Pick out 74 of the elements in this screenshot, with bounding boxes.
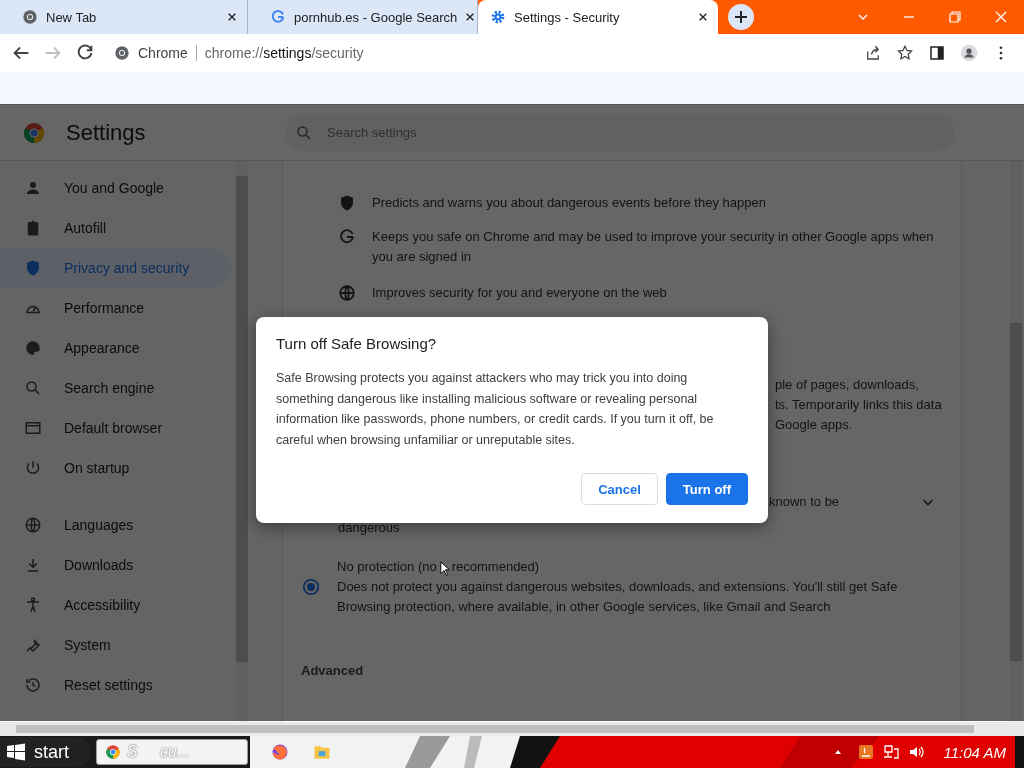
scrollbar[interactable] [1010, 161, 1022, 722]
feature-text: Keeps you safe on Chrome and may be used to improve your security in other Google apps when you are signed in [372, 228, 935, 266]
taskbar-button[interactable]: S cu... [96, 739, 248, 765]
browser-tab[interactable]: New Tab [0, 0, 248, 34]
palette-icon [24, 339, 42, 357]
search-icon [24, 379, 42, 397]
power-icon [24, 459, 42, 477]
description-text: ts. Temporarily links this data [775, 396, 943, 414]
dialog-text: Safe Browsing protects you against attackers who may trick you into doing something dangerous like installing malicious software or revealing personal information like passwords, phone numbers, or credit cards. If you turn it off, be careful when browsing unfamiliar or unreputable sites. [276, 370, 715, 449]
java-icon[interactable] [858, 744, 875, 760]
radio-button[interactable] [302, 578, 320, 596]
network-icon[interactable] [883, 744, 900, 760]
globe-icon [338, 284, 356, 302]
globe-icon [24, 516, 42, 534]
close-icon[interactable] [698, 12, 708, 22]
new-tab-icon[interactable] [728, 4, 754, 30]
description-text: Google apps. [775, 416, 854, 434]
option-title: No protection (no [337, 558, 437, 576]
sidebar-item[interactable]: Downloads [0, 545, 232, 585]
sidebar-item[interactable]: Reset settings [0, 665, 232, 705]
cursor-icon [439, 561, 451, 577]
sidebar-item[interactable]: You and Google [0, 168, 232, 208]
chrome-icon [114, 45, 130, 61]
google-icon [270, 9, 286, 25]
sidebar-item[interactable]: Appearance [0, 328, 232, 368]
turn-off-button[interactable]: Turn off [665, 473, 748, 505]
dialog-title: Turn off Safe Browsing? [276, 335, 438, 352]
settings-title: Settings [66, 119, 146, 146]
sidebar-item[interactable]: Autofill [0, 208, 232, 248]
clock: 11:04 AM [943, 743, 1006, 761]
chrome-logo-icon [22, 120, 46, 145]
scrollbar[interactable] [236, 161, 248, 722]
option-description: Does not protect you against dangerous websites, downloads, and extensions. You'll still get Safe Browsing protection, where available, in other Google services, like Gmail and Search [337, 578, 899, 616]
option-text: dangerous [337, 519, 401, 537]
browser-icon [24, 419, 42, 437]
sidebar-item[interactable]: Default browser [0, 408, 232, 448]
g-letter-icon [338, 228, 356, 246]
person-icon [24, 179, 42, 197]
side-panel-icon[interactable] [928, 44, 946, 62]
sidebar-item[interactable]: Privacy and security [0, 248, 232, 288]
history-icon [24, 676, 42, 694]
close-icon[interactable] [227, 12, 237, 22]
volume-icon[interactable] [908, 744, 925, 760]
sidebar-item[interactable]: System [0, 625, 232, 665]
section-heading: Advanced [300, 662, 365, 680]
windows-logo-icon [6, 742, 26, 762]
browser-tab[interactable]: Settings - Security [478, 0, 718, 34]
shield-icon [338, 194, 356, 212]
share-icon[interactable] [864, 44, 882, 62]
chrome-icon [22, 9, 38, 25]
accessibility-icon [24, 596, 42, 614]
scrollbar[interactable] [0, 722, 1024, 736]
cancel-button[interactable]: Cancel [581, 473, 658, 505]
browser-tab[interactable]: pornhub.es - Google Search [248, 0, 478, 34]
search-icon [295, 123, 313, 142]
sidebar-item[interactable]: Search engine [0, 368, 232, 408]
profile-icon[interactable] [960, 44, 978, 62]
sidebar-item[interactable]: Accessibility [0, 585, 232, 625]
gear-icon [490, 9, 506, 25]
option-text: known to be [769, 493, 840, 511]
start-button[interactable]: start [0, 737, 90, 767]
url-text: chrome://settings/security [204, 45, 364, 61]
close-icon[interactable] [465, 12, 476, 22]
description-text: ple of pages, downloads, [775, 376, 920, 394]
option-title: recommended) [451, 558, 540, 576]
chrome-icon [105, 744, 121, 760]
sidebar-item[interactable]: Languages [0, 505, 232, 545]
feature-text: Predicts and warns you about dangerous events before they happen [372, 194, 766, 212]
star-icon[interactable] [896, 44, 914, 62]
feature-text: Improves security for you and everyone on the web [372, 284, 667, 302]
sidebar-item[interactable]: Performance [0, 288, 232, 328]
sidebar-item[interactable]: On startup [0, 448, 232, 488]
site-label: Chrome [138, 45, 188, 61]
shield-icon [24, 259, 42, 277]
